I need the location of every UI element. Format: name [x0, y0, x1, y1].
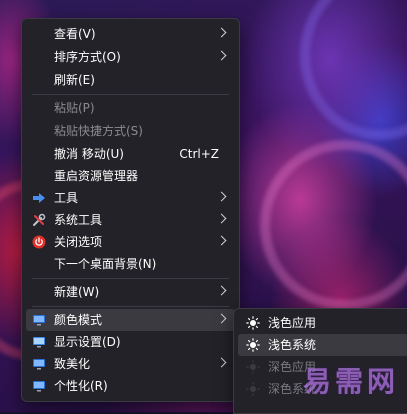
monitor-icon — [33, 315, 45, 326]
menu-item-personalize[interactable]: 个性化(R) — [26, 375, 235, 397]
menu-separator — [32, 278, 229, 279]
submenu-item-light-apps[interactable]: 浅色应用 — [238, 312, 407, 334]
menu-item-label: 刷新(E) — [54, 73, 95, 87]
display-icon — [33, 337, 45, 348]
sun-icon — [246, 360, 260, 374]
menu-item-label: 下一个桌面背景(N) — [54, 257, 157, 271]
wallpaper-swirl — [260, 140, 407, 310]
menu-item-label: 颜色模式 — [54, 313, 103, 327]
menu-item-label: 撤消 移动(U) — [54, 147, 124, 161]
menu-item-label: 显示设置(D) — [54, 335, 121, 349]
arrow-right-icon — [33, 193, 45, 203]
power-icon — [32, 235, 46, 249]
menu-item-system-tools[interactable]: 系统工具 — [26, 209, 235, 231]
menu-item-label: 工具 — [54, 191, 79, 205]
chevron-right-icon — [216, 357, 227, 368]
menu-item-new[interactable]: 新建(W) — [26, 281, 235, 303]
sun-icon — [246, 382, 260, 396]
menu-item-display-settings[interactable]: 显示设置(D) — [26, 331, 235, 353]
submenu-item-light-system[interactable]: 浅色系统 — [238, 334, 407, 356]
menu-item-label: 重启资源管理器 — [54, 169, 139, 183]
chevron-right-icon — [216, 50, 227, 61]
menu-item-refresh[interactable]: 刷新(E) — [26, 69, 235, 91]
submenu-item-dark-apps: 深色应用 — [238, 356, 407, 378]
menu-item-shortcut: Ctrl+Z — [179, 147, 219, 161]
menu-item-label: 新建(W) — [54, 285, 100, 299]
chevron-right-icon — [216, 27, 227, 38]
chevron-right-icon — [216, 191, 227, 202]
submenu-item-label: 深色系统 — [268, 382, 317, 396]
chevron-right-icon — [216, 213, 227, 224]
desktop-context-menu: 查看(V) 排序方式(O) 刷新(E) 粘贴(P) 粘贴快捷方式(S) 撤消 移… — [21, 18, 240, 402]
chevron-right-icon — [216, 313, 227, 324]
submenu-item-label: 浅色应用 — [268, 316, 317, 330]
menu-item-label: 系统工具 — [54, 213, 103, 227]
menu-item-label: 排序方式(O) — [54, 50, 121, 64]
submenu-item-label: 深色应用 — [268, 360, 317, 374]
wrench-screwdriver-icon — [33, 213, 46, 226]
wallpaper-swirl — [300, 0, 407, 140]
menu-item-label: 个性化(R) — [54, 379, 108, 393]
menu-item-beautify[interactable]: 致美化 — [26, 353, 235, 375]
menu-item-shutdown-options[interactable]: 关闭选项 — [26, 231, 235, 253]
menu-item-restart-explorer[interactable]: 重启资源管理器 — [26, 165, 235, 187]
menu-item-label: 粘贴快捷方式(S) — [54, 124, 143, 138]
menu-item-next-background[interactable]: 下一个桌面背景(N) — [26, 253, 235, 275]
sun-icon — [246, 316, 260, 330]
monitor-icon — [33, 381, 45, 392]
menu-item-label: 粘贴(P) — [54, 101, 95, 115]
menu-item-paste: 粘贴(P) — [26, 97, 235, 119]
menu-item-label: 查看(V) — [54, 27, 96, 41]
chevron-right-icon — [216, 285, 227, 296]
menu-item-label: 关闭选项 — [54, 235, 103, 249]
menu-separator — [32, 94, 229, 95]
menu-item-paste-shortcut: 粘贴快捷方式(S) — [26, 120, 235, 142]
monitor-icon — [33, 359, 45, 370]
sun-icon — [246, 338, 260, 352]
menu-item-label: 致美化 — [54, 357, 91, 371]
color-mode-submenu: 浅色应用 浅色系统 深色应用 深色系统 — [233, 308, 407, 414]
submenu-item-label: 浅色系统 — [268, 338, 317, 352]
chevron-right-icon — [216, 235, 227, 246]
menu-item-undo-move[interactable]: 撤消 移动(U) Ctrl+Z — [26, 143, 235, 165]
menu-item-color-mode[interactable]: 颜色模式 — [26, 309, 235, 331]
menu-item-tools[interactable]: 工具 — [26, 187, 235, 209]
menu-item-view[interactable]: 查看(V) — [26, 23, 235, 45]
menu-item-sort-by[interactable]: 排序方式(O) — [26, 46, 235, 68]
submenu-item-dark-system: 深色系统 — [238, 378, 407, 400]
menu-separator — [32, 306, 229, 307]
